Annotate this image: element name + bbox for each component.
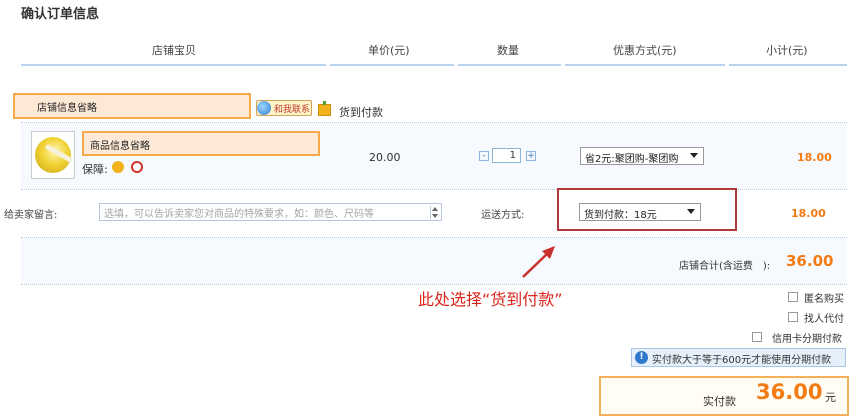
- page-title: 确认订单信息: [21, 7, 100, 22]
- seller-message-input[interactable]: 选填，可以告诉卖家您对商品的特殊要求，如：颜色、尺码等: [99, 203, 442, 221]
- chevron-down-icon: [690, 153, 698, 158]
- shop-name[interactable]: 店铺信息省略: [13, 93, 251, 119]
- anonymous-checkbox[interactable]: [788, 292, 798, 302]
- seller-message-label: 给卖家留言:: [4, 210, 58, 221]
- header-underline: [21, 64, 326, 66]
- actual-payment-value: 36.00: [756, 380, 823, 404]
- actual-payment-unit: 元: [825, 391, 836, 404]
- actual-payment-label: 实付款: [703, 395, 736, 408]
- guarantee-badge-icon[interactable]: [112, 161, 124, 173]
- quantity-decrease-button[interactable]: -: [479, 151, 489, 161]
- header-subtotal: 小计(元): [766, 44, 808, 57]
- header-underline: [458, 64, 561, 66]
- product-name[interactable]: 商品信息省略: [82, 131, 320, 156]
- shipping-method-label: 运送方式:: [481, 210, 525, 221]
- chat-icon: [257, 101, 271, 115]
- info-icon: !: [635, 351, 648, 364]
- shipping-highlight-box: [557, 188, 737, 231]
- header-underline: [565, 64, 725, 66]
- discount-select-value: 省2元:聚团购-聚团购: [585, 154, 679, 165]
- guarantee-label: 保障:: [82, 163, 108, 176]
- quantity-input[interactable]: 1: [492, 148, 521, 163]
- message-scroll-arrows-icon[interactable]: [430, 206, 440, 219]
- seven-day-return-icon[interactable]: [131, 161, 143, 173]
- header-underline: [330, 64, 454, 66]
- proxy-pay-checkbox[interactable]: [788, 312, 798, 322]
- cod-gift-icon: [318, 101, 331, 116]
- installment-label: 信用卡分期付款: [772, 334, 842, 345]
- installment-checkbox[interactable]: [752, 332, 762, 342]
- shipping-subtotal: 18.00: [791, 207, 826, 220]
- header-unit-price: 单价(元): [368, 44, 410, 57]
- shop-total-value: 36.00: [786, 252, 834, 270]
- anonymous-label: 匿名购买: [804, 294, 844, 305]
- header-underline: [729, 64, 847, 66]
- header-shop-item: 店铺宝贝: [152, 44, 196, 57]
- header-discount: 优惠方式(元): [613, 44, 677, 57]
- annotation-arrow-icon: [522, 246, 555, 278]
- shop-payment-method: 货到付款: [339, 106, 383, 119]
- shop-total-label: 店铺合计(含运费 ):: [679, 261, 771, 272]
- installment-notice: 实付款大于等于600元才能使用分期付款: [631, 348, 846, 367]
- proxy-pay-label: 找人代付: [804, 314, 844, 325]
- header-quantity: 数量: [497, 44, 519, 57]
- annotation-text: 此处选择“货到付款”: [418, 290, 563, 309]
- item-subtotal: 18.00: [797, 151, 832, 164]
- row-divider: [21, 284, 847, 285]
- discount-select[interactable]: 省2元:聚团购-聚团购: [580, 147, 704, 165]
- unit-price: 20.00: [369, 151, 401, 164]
- quantity-increase-button[interactable]: +: [526, 151, 536, 161]
